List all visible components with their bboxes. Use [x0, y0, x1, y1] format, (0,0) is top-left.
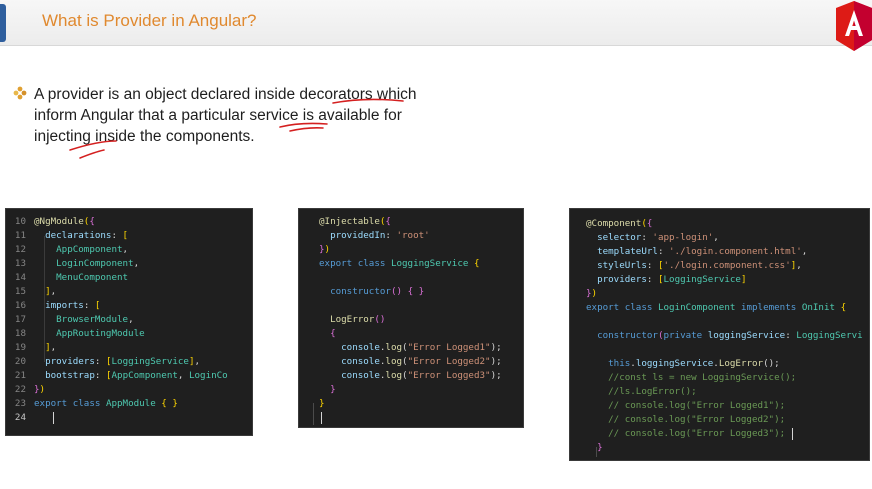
code-line: this.loggingService.LogError();: [608, 358, 780, 369]
code-line: // console.log("Error Logged2");: [586, 414, 786, 425]
code-line: 15 ],: [14, 286, 57, 297]
code-line: @Injectable({: [319, 216, 391, 227]
code-line: 17 BrowserModule,: [14, 314, 134, 325]
text-cursor: [321, 412, 322, 424]
diamond-bullet-icon: [13, 86, 27, 100]
code-line: 21 bootstrap: [AppComponent, LoginCo: [14, 370, 228, 381]
text-cursor: [792, 428, 793, 440]
code-line: 24: [14, 412, 26, 423]
code-line: 14 MenuComponent: [14, 272, 129, 283]
code-line: @Component({: [586, 218, 653, 229]
code-line: 19 ],: [14, 342, 57, 353]
code-line: providers: [LoggingService]: [597, 274, 747, 285]
code-line: 22}): [14, 384, 46, 395]
angular-logo-icon: [836, 1, 872, 51]
code-line: styleUrls: ['./login.component.css'],: [597, 260, 802, 271]
code-line: 18 AppRoutingModule: [14, 328, 145, 339]
code-line: LogError(): [330, 314, 386, 325]
code-line: //ls.LogError();: [586, 386, 697, 397]
code-line: constructor() { }: [330, 286, 425, 297]
code-line: export class LoginComponent implements O…: [586, 302, 847, 313]
code-line: 20 providers: [LoggingService],: [14, 356, 201, 367]
login-component-code-panel: @Component({ selector: 'app-login', temp…: [569, 208, 870, 461]
slide-title: What is Provider in Angular?: [42, 11, 257, 30]
code-line: templateUrl: './login.component.html',: [597, 246, 808, 257]
code-line: //const ls = new LoggingService();: [586, 372, 797, 383]
code-line: 23 export class AppModule { }: [14, 398, 178, 409]
code-line: 16 imports: [: [14, 300, 101, 311]
code-line: }): [319, 244, 331, 255]
code-line: 10 @NgModule({: [14, 216, 95, 227]
indent-guide: [313, 403, 314, 425]
code-line: providedIn: 'root': [330, 230, 430, 241]
code-line: console.log("Error Logged3");: [341, 370, 502, 381]
code-line: constructor(private loggingService: Logg…: [597, 330, 863, 341]
code-line: // console.log("Error Logged3");: [586, 428, 786, 439]
definition-text: A provider is an object declared inside …: [34, 86, 417, 145]
code-line: }: [319, 398, 325, 409]
code-line: 11 declarations: [: [14, 230, 129, 241]
code-line: {: [330, 328, 336, 339]
slide-header: What is Provider in Angular?: [0, 0, 872, 51]
indent-guide: [596, 447, 597, 457]
code-line: 12 AppComponent,: [14, 244, 129, 255]
code-line: }): [586, 288, 598, 299]
code-line: selector: 'app-login',: [597, 232, 719, 243]
logging-service-code-panel: @Injectable({ providedIn: 'root' }) expo…: [298, 208, 524, 428]
code-line: }: [597, 442, 603, 453]
code-line: }: [330, 384, 336, 395]
app-module-code-panel: 10 @NgModule({ 11 declarations: [ 12 AppC…: [5, 208, 253, 436]
code-line: console.log("Error Logged1");: [341, 342, 502, 353]
code-line: export class LoggingService {: [319, 258, 480, 269]
code-line: // console.log("Error Logged1");: [586, 400, 786, 411]
code-line: console.log("Error Logged2");: [341, 356, 502, 367]
text-cursor: [53, 412, 54, 424]
header-accent-tab: [0, 4, 6, 42]
code-line: 13 LoginComponent,: [14, 258, 140, 269]
